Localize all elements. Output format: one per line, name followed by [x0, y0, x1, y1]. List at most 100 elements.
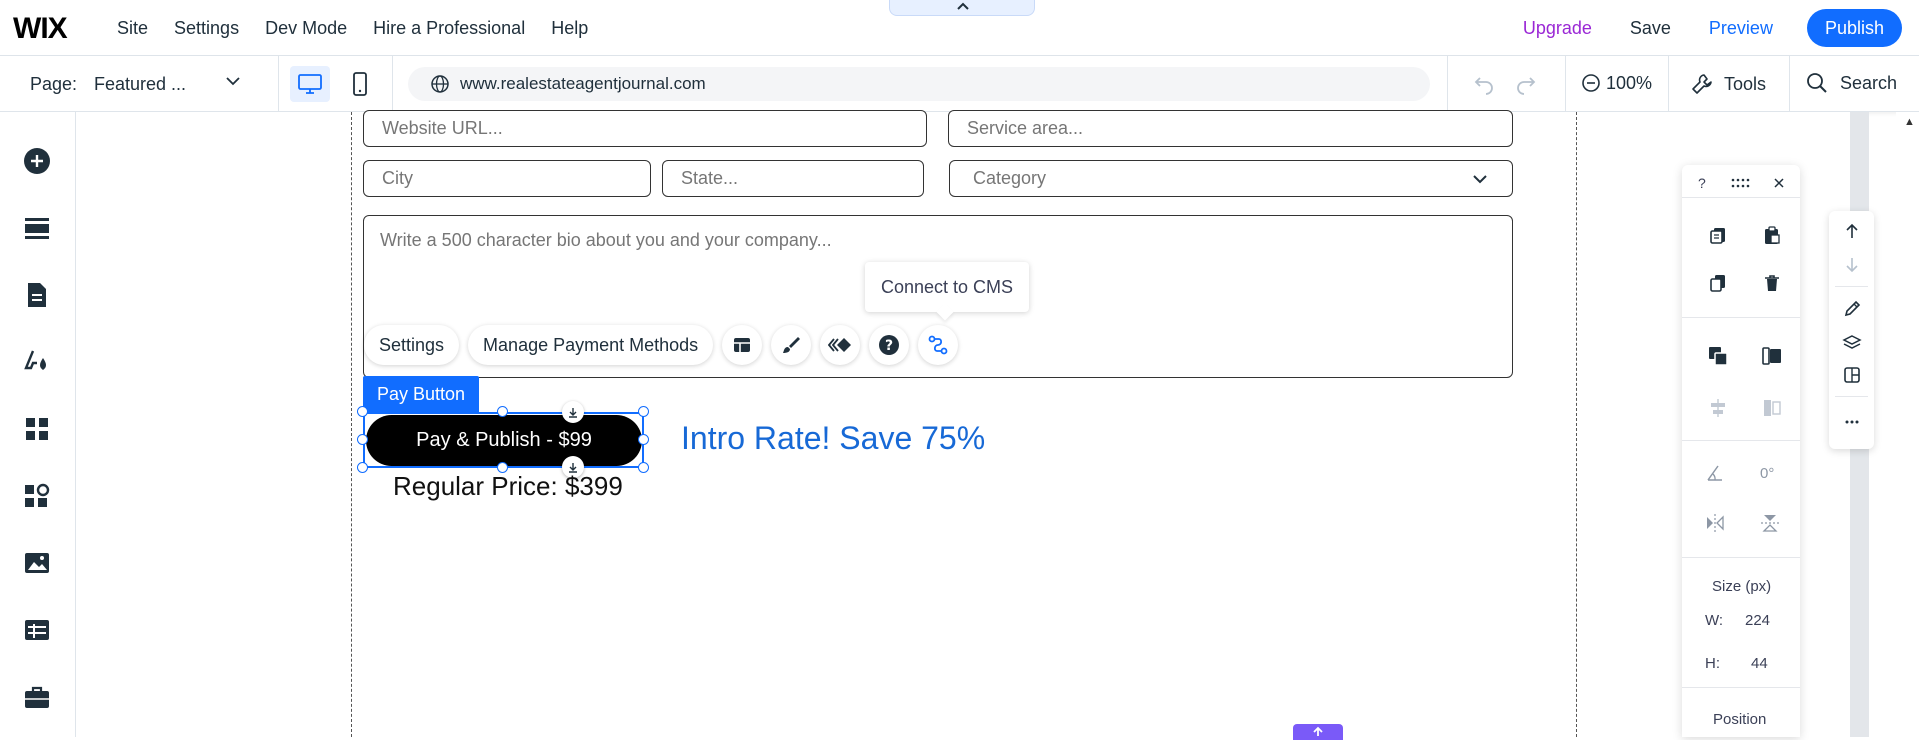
resize-handle[interactable]	[357, 406, 368, 417]
resize-handle[interactable]	[357, 434, 368, 445]
collapse-toolbar-tab[interactable]	[889, 0, 1035, 16]
connect-cms-tooltip: Connect to CMS	[865, 262, 1029, 312]
mobile-view-button[interactable]	[342, 66, 378, 102]
undo-icon[interactable]	[1472, 72, 1496, 96]
preview-button[interactable]: Preview	[1709, 18, 1773, 39]
desktop-icon	[298, 74, 322, 94]
selected-element-label[interactable]: Pay Button	[363, 376, 480, 412]
nav-help[interactable]: Help	[538, 18, 601, 39]
zoom-control[interactable]: 100%	[1580, 72, 1652, 94]
search-label: Search	[1840, 72, 1898, 93]
scrollbar[interactable]	[1896, 112, 1919, 737]
regular-price-text[interactable]: Regular Price: $399	[393, 471, 623, 502]
redo-icon[interactable]	[1514, 72, 1538, 96]
layers-icon[interactable]	[1839, 330, 1865, 356]
duplicate-icon[interactable]	[1705, 270, 1731, 296]
manage-payment-methods-button[interactable]: Manage Payment Methods	[468, 325, 714, 365]
height-value[interactable]: 44	[1751, 655, 1768, 672]
intro-rate-text[interactable]: Intro Rate! Save 75%	[681, 420, 985, 457]
more-icon[interactable]	[1839, 409, 1865, 435]
nav-hire-professional[interactable]: Hire a Professional	[360, 18, 538, 39]
desktop-view-button[interactable]	[290, 66, 330, 102]
distribute-icon[interactable]	[1705, 395, 1731, 421]
drag-handle-icon[interactable]	[1728, 170, 1754, 196]
publish-button[interactable]: Publish	[1806, 9, 1902, 47]
resize-handle[interactable]	[638, 462, 649, 473]
move-up-icon[interactable]	[1839, 218, 1865, 244]
search-button[interactable]: Search	[1806, 72, 1897, 94]
state-field[interactable]: State...	[662, 160, 924, 197]
delete-icon[interactable]	[1759, 270, 1785, 296]
media-icon[interactable]	[22, 548, 52, 578]
flip-vertical-icon[interactable]	[1757, 510, 1783, 536]
portfolio-icon[interactable]	[22, 682, 52, 712]
category-select[interactable]: Category	[949, 160, 1513, 197]
nav-settings[interactable]: Settings	[161, 18, 252, 39]
tools-button[interactable]: Tools	[1690, 72, 1766, 96]
arrange-icon[interactable]	[1705, 343, 1731, 369]
connect-cms-icon[interactable]	[918, 325, 959, 365]
editor-toolbar: Page: Featured ... www.realestateagentjo…	[0, 56, 1919, 112]
nav-dev-mode[interactable]: Dev Mode	[252, 18, 360, 39]
upgrade-link[interactable]: Upgrade	[1523, 18, 1592, 39]
left-sidebar	[0, 112, 76, 737]
mobile-icon	[353, 72, 367, 96]
divider	[1682, 440, 1800, 441]
city-field[interactable]: City	[363, 160, 651, 197]
resize-handle[interactable]	[638, 434, 649, 445]
section-handle[interactable]	[1293, 724, 1343, 740]
copy-icon[interactable]	[1705, 222, 1731, 248]
arrow-up-icon	[1313, 726, 1323, 736]
nav-site[interactable]: Site	[104, 18, 161, 39]
tools-label: Tools	[1724, 73, 1767, 94]
apps-icon[interactable]	[22, 414, 52, 444]
cms-icon[interactable]	[22, 615, 52, 645]
panel-help-icon[interactable]: ?	[1698, 175, 1706, 191]
settings-button[interactable]: Settings	[364, 325, 460, 365]
rotate-icon[interactable]	[1702, 460, 1728, 486]
chevron-down-icon[interactable]	[224, 72, 242, 90]
width-value[interactable]: 224	[1745, 612, 1770, 629]
wrench-icon	[1692, 74, 1712, 94]
width-label: W:	[1705, 612, 1724, 629]
resize-handle[interactable]	[497, 406, 508, 417]
website-url-field[interactable]: Website URL...	[363, 110, 927, 147]
layout-grid-icon[interactable]	[1839, 362, 1865, 388]
category-value: Category	[973, 168, 1047, 188]
scroll-up-icon[interactable]: ▲	[1904, 116, 1915, 128]
paste-icon[interactable]	[1759, 222, 1785, 248]
add-section-icon[interactable]	[22, 213, 52, 243]
size-title: Size (px)	[1712, 578, 1772, 595]
resize-handle[interactable]	[357, 462, 368, 473]
divider	[278, 56, 279, 112]
rotation-value[interactable]: 0°	[1760, 465, 1774, 482]
theme-icon[interactable]	[22, 347, 52, 377]
pay-publish-button[interactable]: Pay & Publish - $99	[366, 415, 642, 466]
pages-icon[interactable]	[22, 280, 52, 310]
business-apps-icon[interactable]	[22, 481, 52, 511]
move-down-icon[interactable]	[1839, 252, 1865, 278]
zoom-level: 100%	[1606, 72, 1653, 93]
zoom-out-icon	[1582, 74, 1600, 92]
site-url-bar[interactable]: www.realestateagentjournal.com	[408, 67, 1430, 101]
add-elements-icon[interactable]	[22, 146, 52, 176]
stretch-top-icon[interactable]	[562, 401, 584, 423]
help-icon[interactable]: ?	[869, 325, 910, 365]
search-icon	[1807, 73, 1827, 93]
close-icon[interactable]	[1766, 170, 1792, 196]
align-icon[interactable]	[1759, 343, 1785, 369]
page-selector[interactable]: Featured ...	[94, 74, 244, 95]
divider	[1835, 286, 1868, 287]
resize-handle[interactable]	[638, 406, 649, 417]
layout-icon[interactable]	[722, 325, 763, 365]
design-brush-icon[interactable]	[771, 325, 812, 365]
gridline-left	[351, 112, 352, 737]
pencil-icon[interactable]	[1839, 296, 1865, 322]
animation-icon[interactable]	[820, 325, 861, 365]
save-button[interactable]: Save	[1630, 18, 1671, 39]
flip-horizontal-icon[interactable]	[1702, 510, 1728, 536]
divider	[1565, 56, 1566, 112]
wix-logo[interactable]: WIX	[13, 12, 68, 46]
service-area-field[interactable]: Service area...	[948, 110, 1513, 147]
match-size-icon[interactable]	[1759, 395, 1785, 421]
